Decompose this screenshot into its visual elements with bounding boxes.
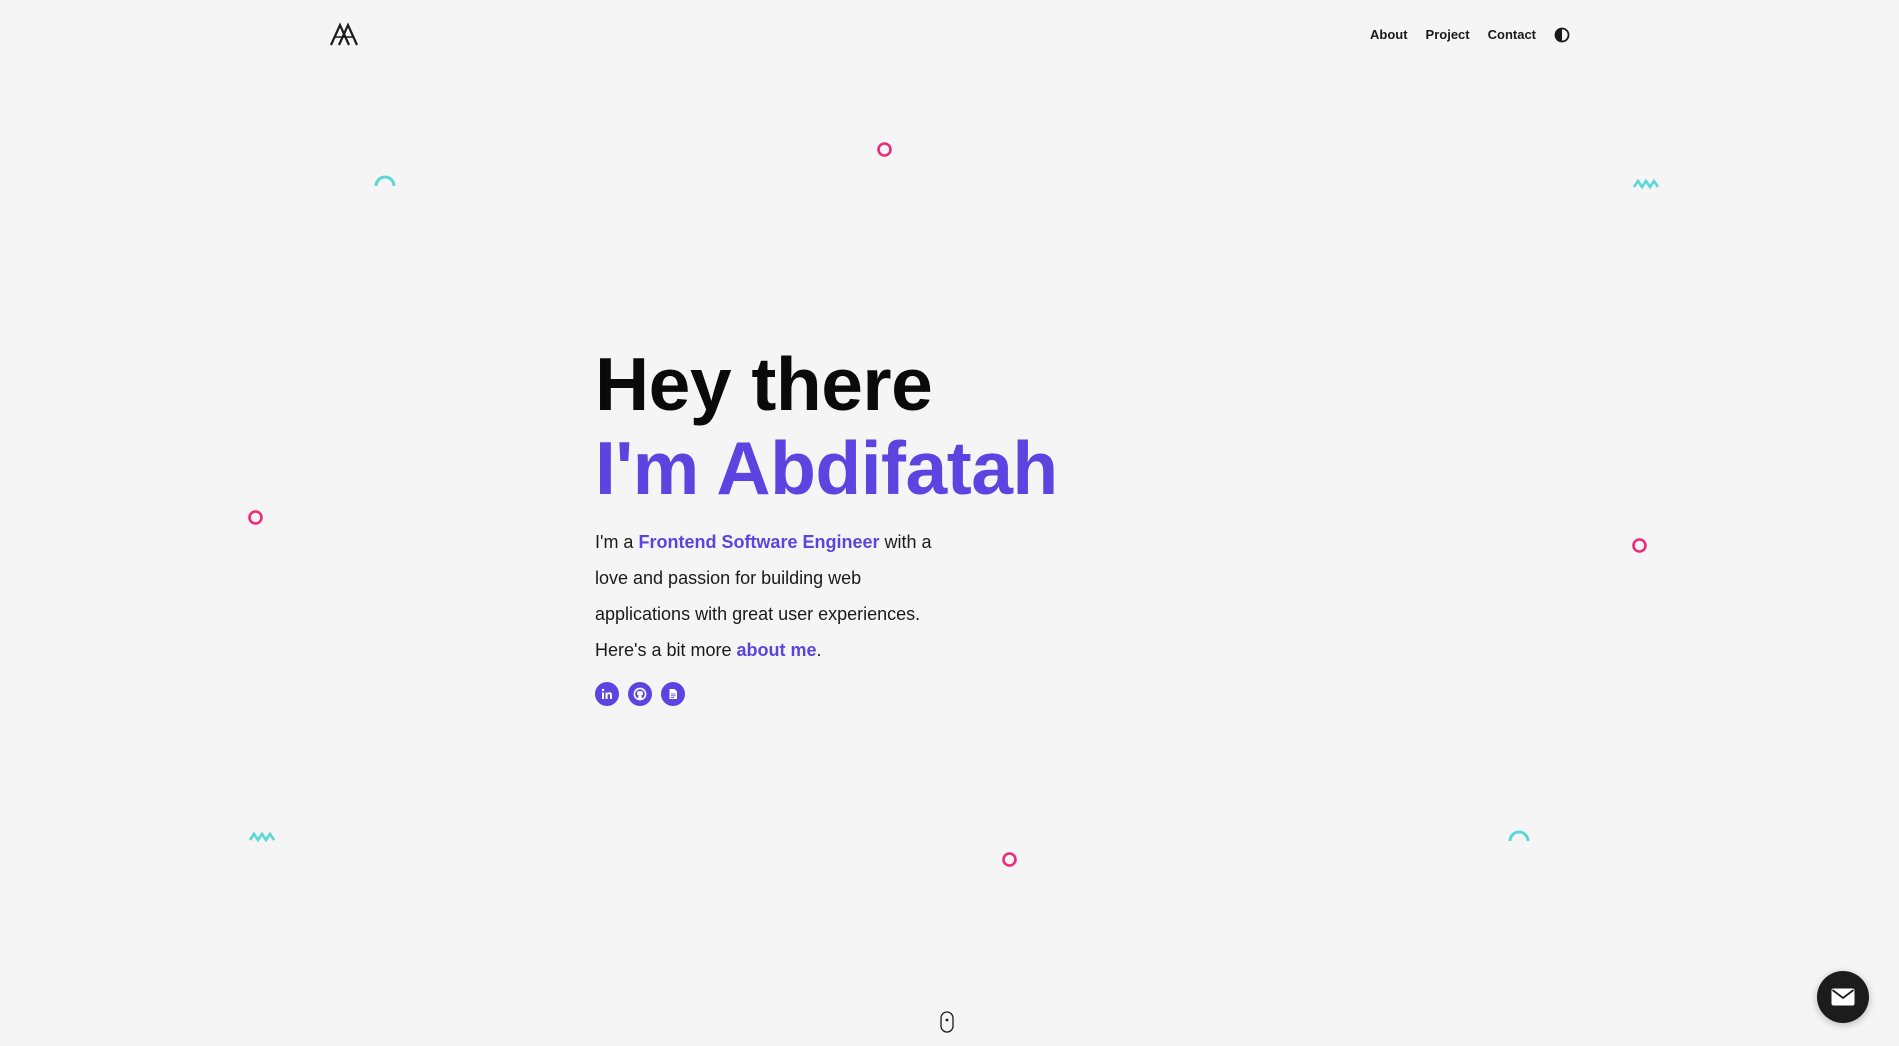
linkedin-icon — [601, 688, 612, 699]
main-nav: About Project Contact — [1370, 27, 1570, 43]
pink-ring-shape — [1002, 852, 1017, 867]
pink-ring-shape — [248, 510, 263, 525]
github-button[interactable] — [628, 682, 652, 706]
hero-heading: Hey there I'm Abdifatah — [595, 342, 1058, 510]
resume-button[interactable] — [661, 682, 685, 706]
nav-link-contact[interactable]: Contact — [1488, 27, 1536, 43]
linkedin-button[interactable] — [595, 682, 619, 706]
intro-role: Frontend Software Engineer — [638, 532, 880, 552]
nav-link-project[interactable]: Project — [1426, 27, 1470, 43]
mail-button[interactable] — [1817, 971, 1869, 1023]
pink-ring-shape — [877, 142, 892, 157]
nav-link-about[interactable]: About — [1370, 27, 1408, 43]
teal-zigzag-shape — [248, 831, 276, 843]
intro-end: . — [816, 640, 822, 660]
mouse-scroll-icon[interactable] — [940, 1011, 954, 1033]
hero-section: Hey there I'm Abdifatah I'm a Frontend S… — [595, 342, 1058, 706]
mail-icon — [1831, 988, 1855, 1006]
intro-more-text: Here's a bit more — [595, 640, 737, 660]
teal-arc-shape — [1508, 830, 1530, 842]
pink-ring-shape — [1632, 538, 1647, 553]
github-icon — [633, 687, 647, 701]
social-links — [595, 682, 1058, 706]
hero-heading-line1: Hey there — [595, 342, 933, 426]
theme-toggle-icon[interactable] — [1554, 27, 1570, 43]
intro-prefix: I'm a — [595, 532, 639, 552]
about-me-link[interactable]: about me — [737, 640, 817, 660]
teal-arc-shape — [374, 175, 396, 187]
intro-paragraph: I'm a Frontend Software Engineer with a … — [595, 524, 935, 668]
resume-document-icon — [669, 689, 677, 699]
hero-heading-name: I'm Abdifatah — [595, 426, 1058, 510]
teal-zigzag-shape — [1632, 178, 1660, 190]
logo-icon[interactable] — [329, 22, 359, 46]
